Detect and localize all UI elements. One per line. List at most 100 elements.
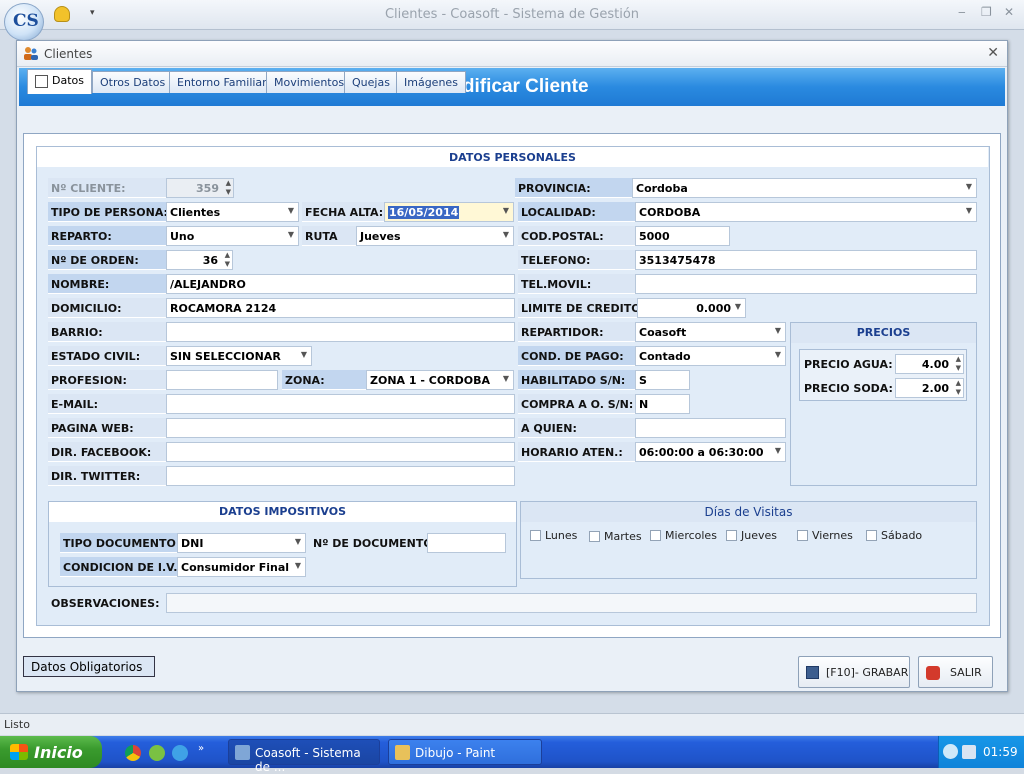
chevron-down-icon: ▼ (774, 350, 781, 359)
localidad-label: LOCALIDAD: (518, 202, 635, 222)
repartidor-label: REPARTIDOR: (518, 322, 635, 342)
zona-label: ZONA: (282, 370, 366, 390)
orden-field[interactable]: 36 ▲ ▼ (166, 250, 233, 270)
domicilio-field[interactable]: ROCAMORA 2124 (166, 298, 515, 318)
provincia-select[interactable]: Cordoba ▼ (632, 178, 977, 198)
checkbox-miercoles[interactable]: Miercoles (650, 529, 717, 542)
chevron-right-icon[interactable]: » (198, 743, 204, 754)
precio-soda-value: 2.00 (921, 382, 949, 395)
reparto-select[interactable]: Uno ▼ (166, 226, 299, 246)
checkbox-sabado[interactable]: Sábado (866, 529, 922, 542)
twitter-field[interactable] (166, 466, 515, 486)
observaciones-field[interactable] (166, 593, 977, 613)
pago-select[interactable]: Contado ▼ (635, 346, 786, 366)
web-field[interactable] (166, 418, 515, 438)
checkbox-jueves[interactable]: Jueves (726, 529, 777, 542)
task-coasoft[interactable]: Coasoft - Sistema de ... (228, 739, 380, 774)
ie-icon[interactable] (172, 745, 188, 761)
localidad-select[interactable]: CORDOBA ▼ (635, 202, 977, 222)
estado-civil-label: ESTADO CIVIL: (48, 346, 166, 366)
habilitado-field[interactable]: S (635, 370, 690, 390)
estado-civil-select[interactable]: SIN SELECCIONAR ▼ (166, 346, 312, 366)
cp-field[interactable]: 5000 (635, 226, 730, 246)
precio-agua-value: 4.00 (921, 358, 949, 371)
ruta-select[interactable]: Jueves ▼ (356, 226, 514, 246)
checkbox-box[interactable] (650, 530, 661, 541)
precio-agua-field[interactable]: 4.00 ▲ ▼ (895, 354, 964, 374)
checkbox-box[interactable] (866, 530, 877, 541)
grabar-button[interactable]: [F10]- GRABAR (798, 656, 910, 688)
nombre-field[interactable]: /ALEJANDRO (166, 274, 515, 294)
tab-movimientos[interactable]: Movimientos (266, 71, 353, 93)
zona-select[interactable]: ZONA 1 - CORDOBA ▼ (366, 370, 514, 390)
app-logo[interactable]: CS (4, 3, 44, 41)
salir-button[interactable]: SALIR (918, 656, 993, 688)
salir-label: SALIR (950, 666, 982, 679)
quien-label: A QUIEN: (518, 418, 635, 438)
close-app-icon[interactable]: ✕ (1004, 5, 1014, 19)
volume-icon[interactable] (962, 745, 976, 759)
movil-field[interactable] (635, 274, 977, 294)
movil-label: TEL.MOVIL: (518, 274, 635, 294)
horario-select[interactable]: 06:00:00 a 06:30:00 ▼ (635, 442, 786, 462)
tipo-doc-value: DNI (181, 537, 204, 550)
taskbar: Inicio » Coasoft - Sistema de ... Dibujo… (0, 736, 1024, 774)
task-label: Dibujo - Paint (415, 746, 496, 760)
telefono-label: TELEFONO: (518, 250, 635, 270)
minimize-icon[interactable]: ‒ (958, 5, 966, 19)
spinner-icon[interactable]: ▲ ▼ (956, 355, 961, 373)
telefono-field[interactable]: 3513475478 (635, 250, 977, 270)
dialog-close-icon[interactable]: ✕ (987, 45, 999, 61)
checkbox-box[interactable] (530, 530, 541, 541)
chrome-icon[interactable] (125, 745, 141, 761)
tab-imagenes[interactable]: Imágenes (396, 71, 466, 93)
credito-field[interactable]: 0.000 ▼ (637, 298, 746, 318)
checkbox-viernes[interactable]: Viernes (797, 529, 853, 542)
checkbox-box[interactable] (589, 531, 600, 542)
pago-value: Contado (639, 350, 691, 363)
profesion-field[interactable] (166, 370, 278, 390)
spinner-icon[interactable]: ▲ ▼ (956, 379, 961, 397)
repartidor-select[interactable]: Coasoft ▼ (635, 322, 786, 342)
task-paint[interactable]: Dibujo - Paint (388, 739, 542, 765)
tray-arrow-icon[interactable] (943, 744, 958, 759)
tab-otros-datos[interactable]: Otros Datos (92, 71, 174, 93)
tab-entorno-familiar[interactable]: Entorno Familiar (169, 71, 275, 93)
chevron-down-icon: ▼ (734, 302, 741, 311)
compra-field[interactable]: N (635, 394, 690, 414)
email-label: E-MAIL: (48, 394, 166, 414)
nro-doc-label: Nº DE DOCUMENTO: (313, 537, 438, 550)
tipo-doc-select[interactable]: DNI ▼ (177, 533, 306, 553)
paint-icon (395, 745, 410, 760)
email-field[interactable] (166, 394, 515, 414)
checkbox-box[interactable] (726, 530, 737, 541)
barrio-field[interactable] (166, 322, 515, 342)
chevron-down-icon: ▼ (502, 206, 509, 215)
checkbox-lunes[interactable]: Lunes (530, 529, 577, 542)
save-icon (806, 666, 819, 679)
iva-select[interactable]: Consumidor Final ▼ (177, 557, 306, 577)
provincia-value: Cordoba (636, 182, 688, 195)
precio-soda-field[interactable]: 2.00 ▲ ▼ (895, 378, 964, 398)
chevron-down-icon: ▼ (300, 350, 307, 359)
fecha-alta-field[interactable]: 16/05/2014 ▼ (384, 202, 514, 222)
spinner-icon[interactable]: ▲ ▼ (225, 251, 230, 269)
fecha-alta-label: FECHA ALTA: (302, 202, 384, 222)
quien-field[interactable] (635, 418, 786, 438)
tab-quejas[interactable]: Quejas (344, 71, 398, 93)
network-icon[interactable] (149, 745, 165, 761)
facebook-field[interactable] (166, 442, 515, 462)
day-label: Viernes (812, 529, 853, 542)
status-bar: Listo (0, 713, 1024, 735)
tipo-persona-select[interactable]: Clientes ▼ (166, 202, 299, 222)
nro-cliente-label: Nº CLIENTE: (48, 178, 166, 198)
visitas-title: Días de Visitas (521, 502, 976, 522)
start-button[interactable]: Inicio (0, 736, 102, 768)
checkbox-box[interactable] (797, 530, 808, 541)
restore-icon[interactable]: ❐ (981, 5, 992, 19)
start-label: Inicio (34, 743, 83, 762)
checkbox-martes[interactable]: Martes (589, 530, 642, 543)
tab-datos[interactable]: Datos (27, 69, 92, 94)
nro-doc-field[interactable] (427, 533, 506, 553)
precios-box (790, 322, 977, 486)
